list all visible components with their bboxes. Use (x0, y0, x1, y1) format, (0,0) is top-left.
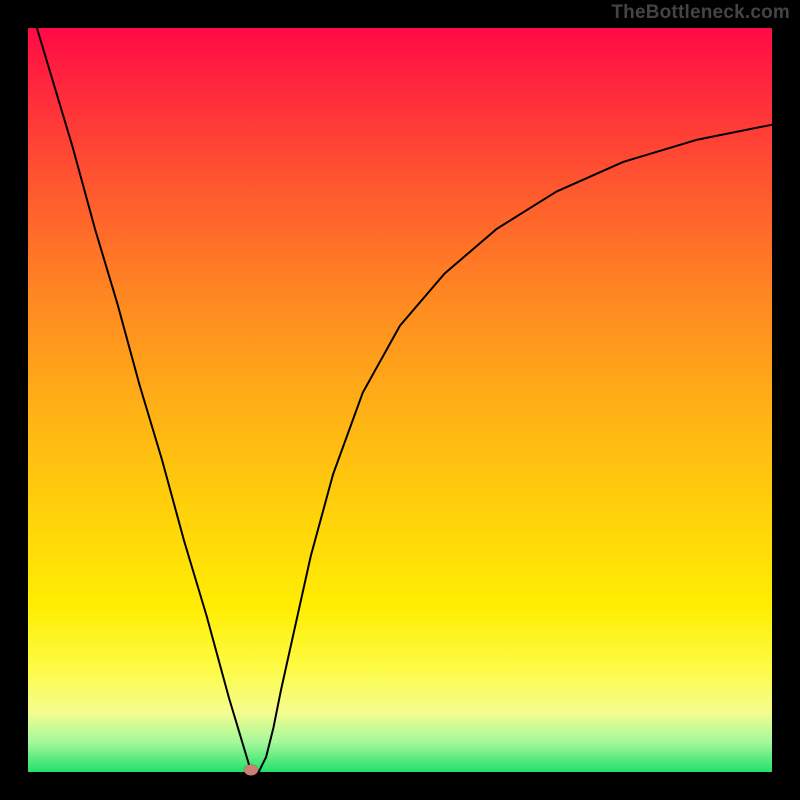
watermark-text: TheBottleneck.com (611, 2, 790, 24)
plot-area (28, 28, 772, 772)
chart-frame: TheBottleneck.com (0, 0, 800, 800)
minimum-marker (244, 765, 258, 776)
bottleneck-curve (28, 28, 772, 772)
